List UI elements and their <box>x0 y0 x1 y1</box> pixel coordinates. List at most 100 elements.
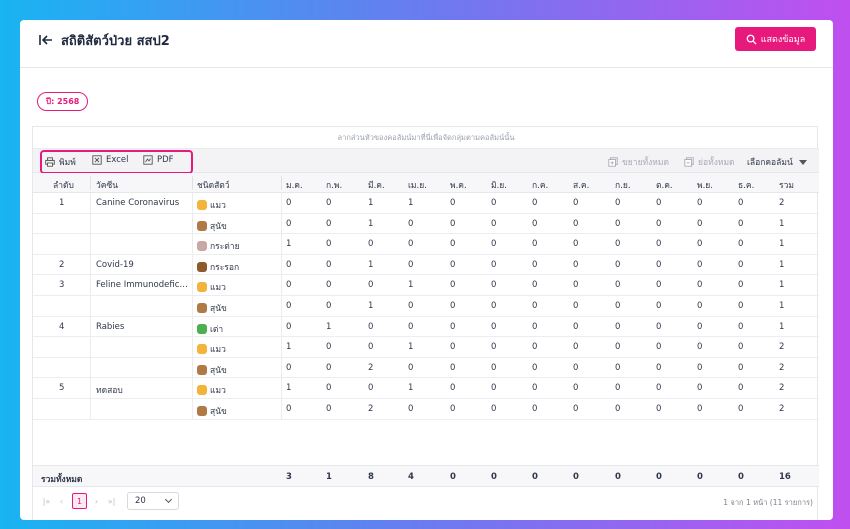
column-header[interactable]: วัคซีน <box>96 178 118 192</box>
cell-divider <box>90 213 91 234</box>
table-row[interactable]: 4 Rabies เต่า 0 1 0 0 0 0 0 0 0 0 0 0 1 <box>33 316 819 338</box>
cell-total: 1 <box>779 300 785 311</box>
table-row[interactable]: 3 Feline Immunodeficiency Virus แมว 0 0 0 1 0 0 0… <box>33 275 819 296</box>
cell-month-value: 0 <box>326 383 332 394</box>
excel-file-icon <box>92 155 102 165</box>
cell-month-value: 0 <box>408 403 414 414</box>
cell-month-value: 0 <box>615 198 621 208</box>
summary-month-total: 0 <box>573 472 579 482</box>
next-page-button[interactable]: › <box>89 493 104 509</box>
cell-month-value: 0 <box>573 280 579 291</box>
column-header[interactable]: ม.ค. <box>286 178 303 192</box>
show-data-button[interactable]: แสดงข้อมูล <box>735 27 816 51</box>
table-row[interactable]: แมว 1 0 0 1 0 0 0 0 0 0 0 0 2 <box>33 337 819 358</box>
column-chooser[interactable]: เลือกคอลัมน์ <box>747 155 807 169</box>
excel-export-button[interactable]: Excel <box>92 155 129 165</box>
column-header[interactable]: ธ.ค. <box>738 178 754 192</box>
cell-month-value: 0 <box>697 239 703 250</box>
cell-total: 2 <box>779 362 785 373</box>
cell-total: 2 <box>779 383 785 394</box>
pdf-export-button[interactable]: PDF <box>143 155 174 165</box>
cell-month-value: 0 <box>368 342 374 353</box>
turtle-icon <box>197 323 207 334</box>
cell-month-value: 0 <box>532 280 538 291</box>
column-header[interactable]: รวม <box>779 178 794 192</box>
cell-number: 2 <box>59 259 65 270</box>
cell-month-value: 1 <box>286 239 292 250</box>
year-filter-badge[interactable]: ปี: 2568 <box>37 92 89 111</box>
table-row[interactable]: 1 Canine Coronavirus แมว 0 0 1 1 0 0 0 0 0 0 0 0 2 <box>33 193 819 214</box>
table-row[interactable]: กระต่าย 1 0 0 0 0 0 0 0 0 0 0 0 1 <box>33 234 819 255</box>
column-header[interactable]: เม.ย. <box>408 178 427 192</box>
cell-month-value: 0 <box>573 218 579 229</box>
table-row[interactable]: 5 ทดสอบ แมว 1 0 0 1 0 0 0 0 0 0 0 0 2 <box>33 378 819 399</box>
page-button-current[interactable]: 1 <box>72 493 87 509</box>
cell-month-value: 0 <box>368 239 374 250</box>
cell-month-value: 0 <box>738 198 744 208</box>
cell-month-value: 0 <box>656 218 662 229</box>
cell-month-value: 0 <box>532 300 538 311</box>
cell-month-value: 0 <box>697 383 703 394</box>
page-title: สถิติสัตว์ป่วย สสป2 <box>61 34 170 49</box>
group-panel-hint[interactable]: ลากส่วนหัวของคอลัมน์มาที่นี่เพื่อจัดกลุ่… <box>33 127 819 149</box>
cell-vaccine: Covid-19 <box>96 259 134 270</box>
expand-all-button[interactable]: ขยายทั้งหมด <box>608 155 669 169</box>
pager-info: 1 จาก 1 หน้า (11 รายการ) <box>723 498 813 507</box>
cell-total: 2 <box>779 342 785 353</box>
table-row[interactable]: 2 Covid-19 กระรอก 0 0 1 0 0 0 0 0 0 0 0 0 1 <box>33 254 819 276</box>
column-header[interactable]: ต.ค. <box>656 178 673 192</box>
back-arrow-icon[interactable] <box>38 32 54 48</box>
grid-toolbar: พิมพ์ Excel PDF ขยายทั้งหมด ย่อทั้งหมด เ… <box>33 149 819 174</box>
last-page-button[interactable]: »| <box>104 493 119 509</box>
cell-divider <box>192 234 193 254</box>
cell-vaccine: Canine Coronavirus <box>96 198 180 208</box>
column-header[interactable]: ก.ย. <box>615 178 631 192</box>
cell-number: 1 <box>59 198 65 208</box>
dog-icon <box>197 364 207 375</box>
column-divider[interactable] <box>281 176 282 190</box>
cell-month-value: 0 <box>615 383 621 394</box>
cell-month-value: 0 <box>286 362 292 373</box>
table-row[interactable]: สุนัข 0 0 2 0 0 0 0 0 0 0 0 0 2 <box>33 357 819 379</box>
caret-down-icon <box>798 159 807 165</box>
prev-page-button[interactable]: ‹ <box>54 493 69 509</box>
page-size-select[interactable]: 20 <box>127 492 179 510</box>
cell-month-value: 0 <box>491 383 497 394</box>
cell-total: 1 <box>779 239 785 250</box>
column-header[interactable]: ส.ค. <box>573 178 589 192</box>
collapse-all-button[interactable]: ย่อทั้งหมด <box>684 155 735 169</box>
column-header[interactable]: พ.ย. <box>697 178 713 192</box>
species-label: แมว <box>210 386 226 397</box>
cell-divider <box>90 357 91 378</box>
column-header[interactable]: มิ.ย. <box>491 178 507 192</box>
column-divider[interactable] <box>192 176 193 190</box>
cell-divider <box>90 316 91 337</box>
table-row[interactable]: สุนัข 0 0 1 0 0 0 0 0 0 0 0 0 1 <box>33 213 819 235</box>
cell-divider <box>192 275 193 295</box>
species-label: สุนัข <box>210 365 227 376</box>
print-button[interactable]: พิมพ์ <box>45 155 76 169</box>
cell-number: 4 <box>59 321 65 332</box>
cell-month-value: 0 <box>738 321 744 332</box>
cell-month-value: 0 <box>738 342 744 353</box>
cell-divider <box>192 357 193 378</box>
main-window: สถิติสัตว์ป่วย สสป2 แสดงข้อมูล ปี: 2568 … <box>20 20 833 520</box>
column-header[interactable]: มี.ค. <box>368 178 385 192</box>
cell-month-value: 0 <box>408 300 414 311</box>
cell-total: 1 <box>779 218 785 229</box>
column-header[interactable]: ก.ค. <box>532 178 548 192</box>
cell-month-value: 0 <box>697 218 703 229</box>
table-row[interactable]: สุนัข 0 0 1 0 0 0 0 0 0 0 0 0 1 <box>33 295 819 317</box>
column-header[interactable]: ลำดับ <box>53 178 74 192</box>
cell-total: 1 <box>779 280 785 291</box>
column-header[interactable]: พ.ค. <box>450 178 467 192</box>
table-row[interactable]: สุนัข 0 0 2 0 0 0 0 0 0 0 0 0 2 <box>33 398 819 420</box>
column-header[interactable]: ก.พ. <box>326 178 342 192</box>
cell-month-value: 0 <box>738 362 744 373</box>
cell-month-value: 0 <box>697 362 703 373</box>
cell-divider <box>192 254 193 275</box>
column-divider[interactable] <box>90 176 91 190</box>
cell-month-value: 2 <box>368 362 374 373</box>
first-page-button[interactable]: |« <box>39 493 54 509</box>
column-header[interactable]: ชนิดสัตว์ <box>197 178 230 192</box>
